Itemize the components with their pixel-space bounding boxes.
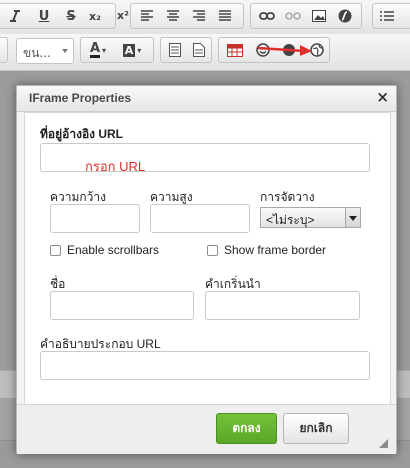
- chevron-down-icon: ▾: [102, 45, 107, 55]
- align-label: การจัดวาง: [260, 190, 315, 204]
- document-icon[interactable]: [189, 40, 209, 60]
- align-select-value: <ไม่ระบุ>: [266, 213, 315, 227]
- link-icon[interactable]: [257, 6, 277, 26]
- advisory-title-input[interactable]: [205, 291, 360, 320]
- frameborder-checkbox[interactable]: [207, 245, 218, 256]
- resize-handle-icon[interactable]: [379, 439, 388, 448]
- italic-icon[interactable]: [5, 6, 25, 26]
- unlink-icon[interactable]: [283, 6, 303, 26]
- chevron-down-icon: [62, 49, 68, 53]
- ok-button[interactable]: ตกลง: [216, 413, 277, 444]
- font-size-value: ขน...: [23, 46, 51, 60]
- chevron-down-icon: ▾: [137, 45, 142, 55]
- scrollbars-label: Enable scrollbars: [67, 243, 160, 257]
- tools-group: [160, 37, 212, 63]
- source-icon[interactable]: [165, 40, 185, 60]
- list-icon[interactable]: [377, 6, 397, 26]
- toolbar-row-1: U S x₂ x²: [0, 0, 410, 35]
- bg-color-button[interactable]: A ▾: [119, 40, 145, 60]
- underline-button[interactable]: U: [34, 6, 54, 26]
- align-group: [130, 3, 244, 29]
- align-left-icon[interactable]: [137, 6, 157, 26]
- dialog-body: ที่อยู่อ้างอิง URL ความกว้าง ความสูง การ…: [24, 112, 391, 405]
- toolbar-row-2: ขน... A ▾ A ▾: [0, 34, 410, 71]
- height-input[interactable]: [150, 204, 250, 233]
- table-icon[interactable]: [225, 40, 245, 60]
- align-right-icon[interactable]: [189, 6, 209, 26]
- subscript-button[interactable]: x₂: [85, 6, 105, 26]
- align-center-icon[interactable]: [163, 6, 183, 26]
- dialog-title: IFrame Properties: [29, 91, 132, 105]
- image-icon[interactable]: [309, 6, 329, 26]
- url-hint-annotation: กรอก URL: [85, 159, 146, 174]
- format-edge: [0, 37, 8, 63]
- color-group: A ▾ A ▾: [80, 37, 154, 63]
- align-select[interactable]: <ไม่ระบุ>: [260, 207, 361, 228]
- red-arrow-icon: [257, 45, 312, 56]
- width-input[interactable]: [50, 204, 140, 233]
- text-color-label: A: [89, 41, 101, 58]
- url-label: ที่อยู่อ้างอิง URL: [40, 127, 124, 141]
- bg-color-label: A: [122, 43, 136, 57]
- insert-group: [250, 3, 362, 29]
- chevron-down-icon: [345, 208, 360, 227]
- cancel-button[interactable]: ยกเลิก: [283, 413, 349, 444]
- frameborder-label: Show frame border: [224, 243, 327, 257]
- dialog-footer: ตกลง ยกเลิก: [17, 404, 396, 454]
- flash-icon[interactable]: [335, 6, 355, 26]
- align-justify-icon[interactable]: [215, 6, 235, 26]
- longdesc-input[interactable]: [40, 351, 370, 380]
- list-group: [372, 3, 410, 29]
- basic-styles-group: U S x₂: [0, 3, 116, 29]
- dialog-title-bar[interactable]: IFrame Properties ×: [17, 86, 396, 112]
- scrollbars-checkbox[interactable]: [50, 245, 61, 256]
- iframe-properties-dialog: IFrame Properties × ที่อยู่อ้างอิง URL ค…: [16, 85, 397, 454]
- text-color-button[interactable]: A ▾: [85, 40, 111, 60]
- name-input[interactable]: [50, 291, 194, 320]
- strike-button[interactable]: S: [61, 6, 81, 26]
- close-icon[interactable]: ×: [376, 89, 389, 105]
- font-size-combo[interactable]: ขน...: [16, 38, 74, 64]
